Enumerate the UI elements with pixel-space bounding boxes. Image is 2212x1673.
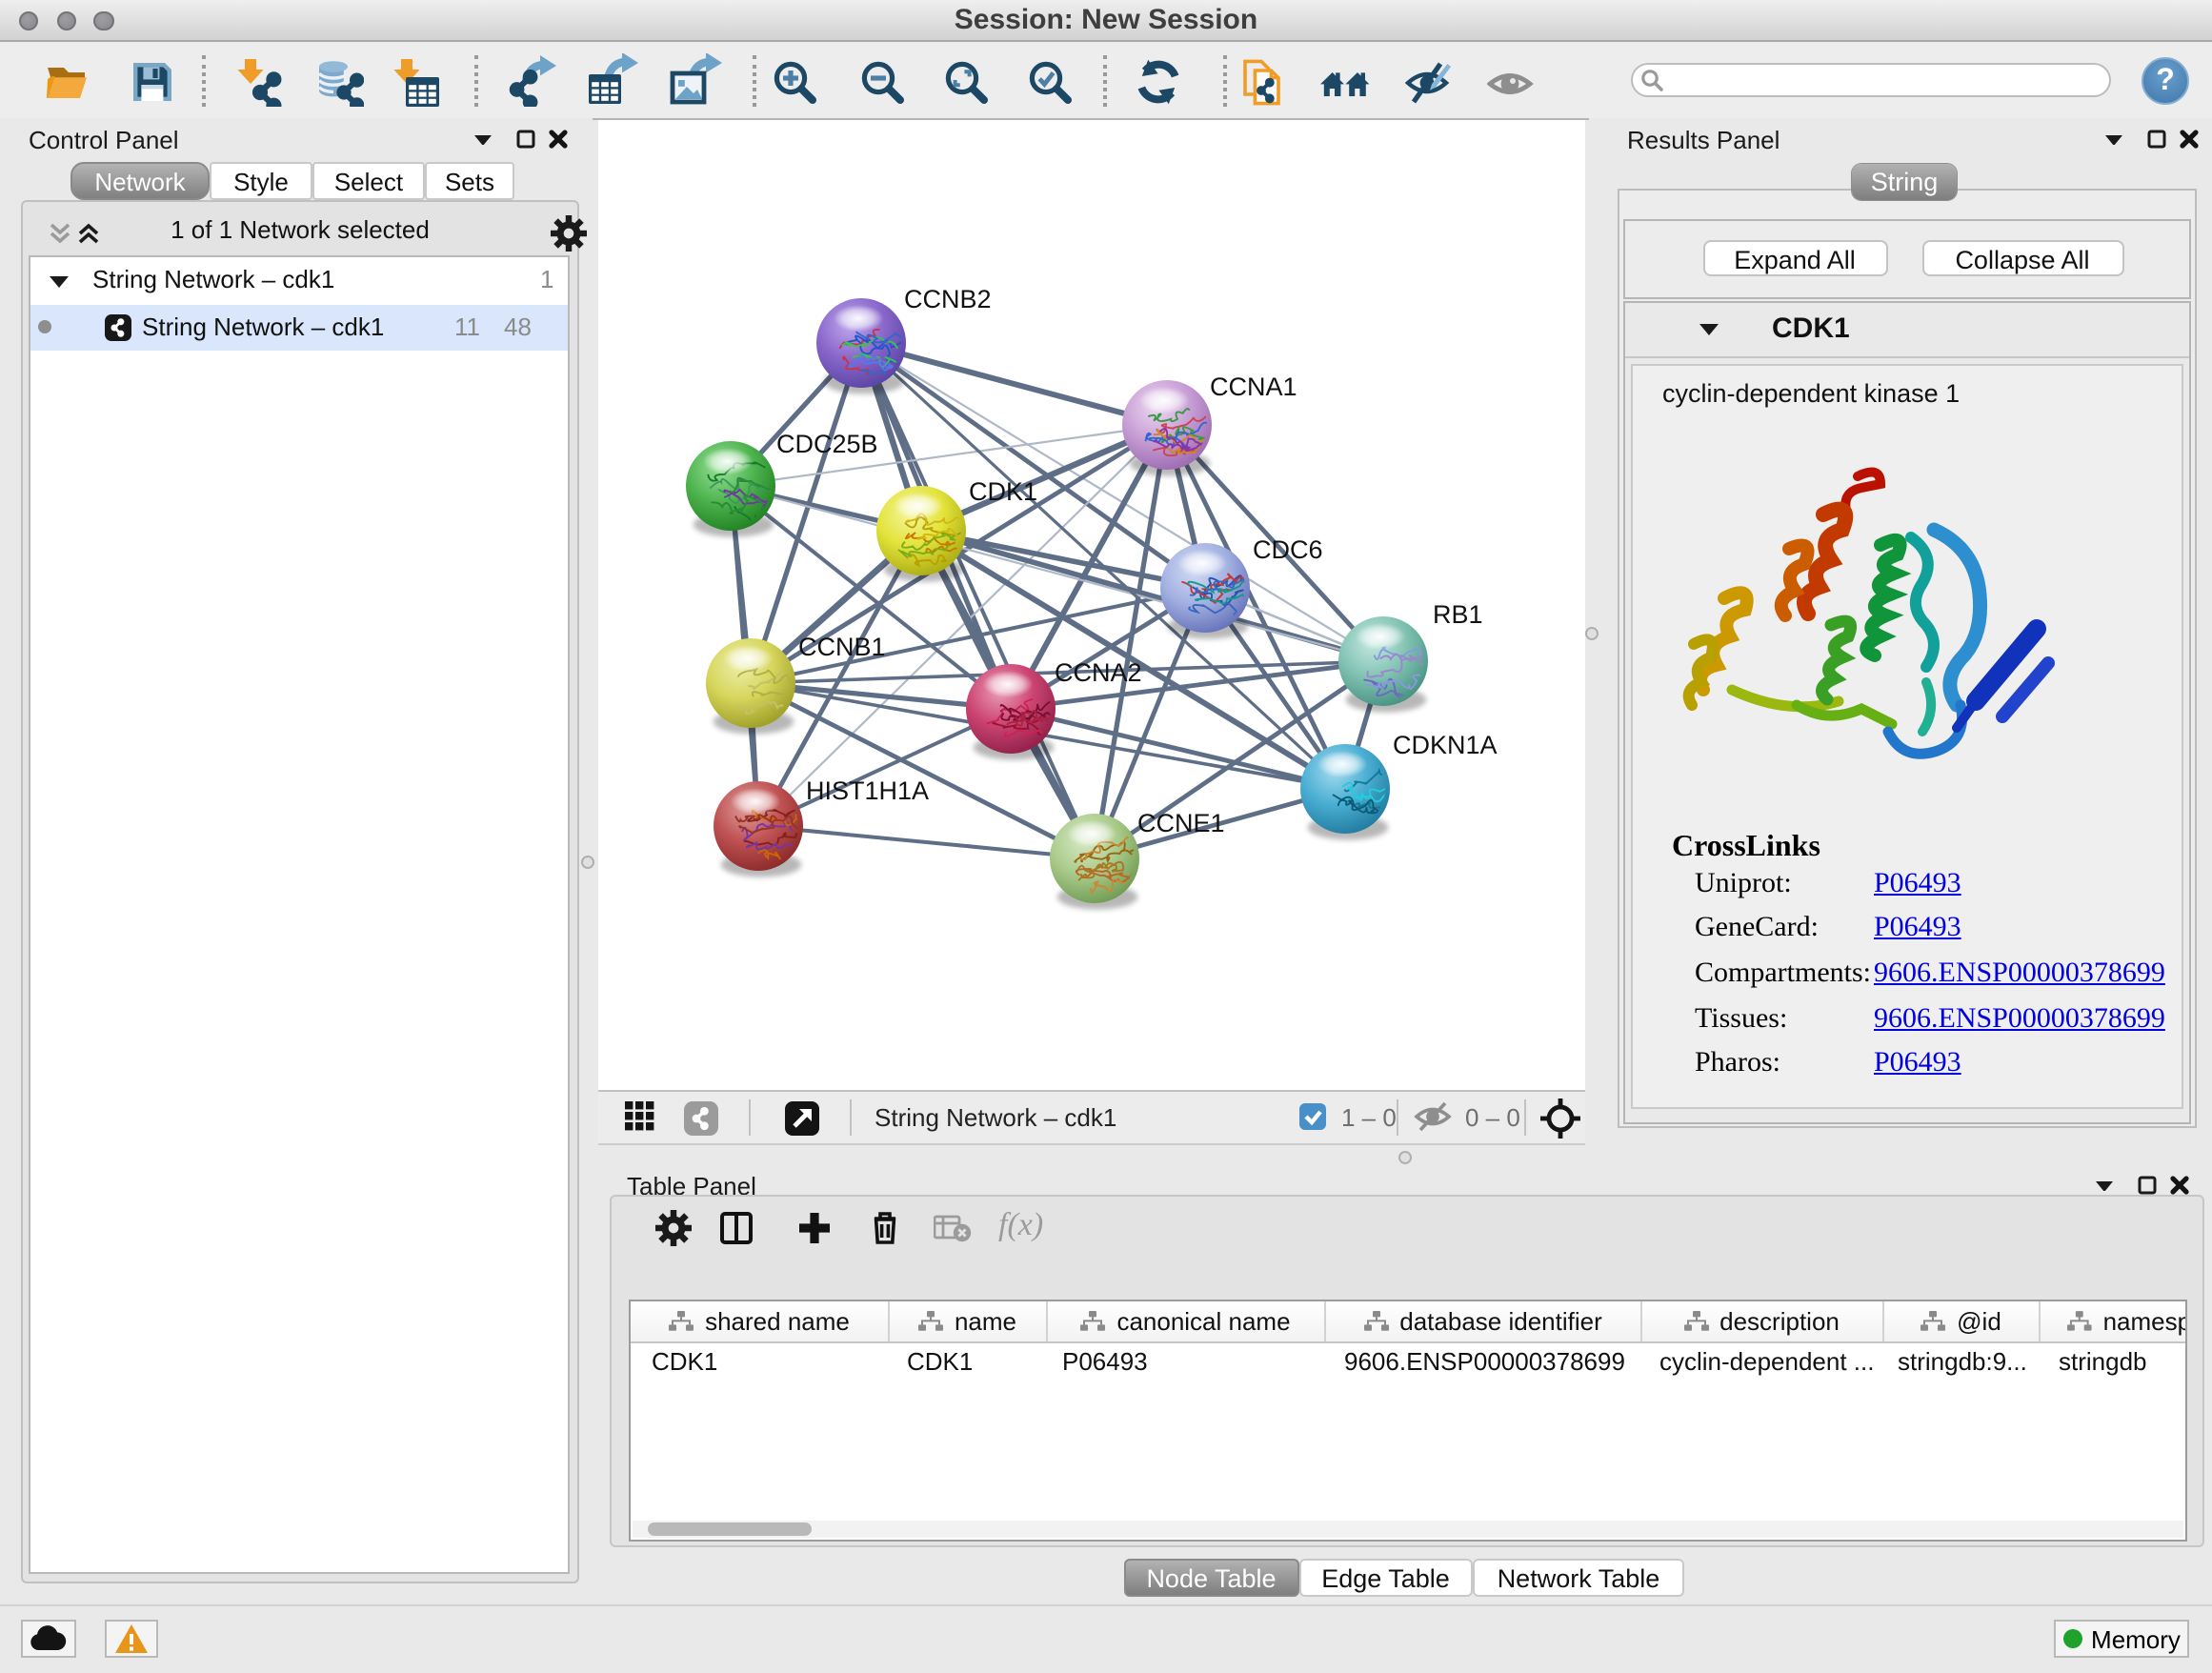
svg-text:CDC25B: CDC25B [776, 430, 878, 458]
svg-text:CDKN1A: CDKN1A [1393, 731, 1498, 759]
svg-text:CCNB1: CCNB1 [798, 633, 886, 661]
svg-text:CCNE1: CCNE1 [1137, 809, 1225, 837]
svg-text:CCNA2: CCNA2 [1055, 658, 1142, 687]
svg-text:HIST1H1A: HIST1H1A [806, 776, 929, 805]
svg-text:CDK1: CDK1 [969, 477, 1037, 506]
svg-text:CDC6: CDC6 [1253, 535, 1323, 564]
svg-text:CCNB2: CCNB2 [904, 285, 992, 313]
svg-text:CCNA1: CCNA1 [1210, 373, 1297, 401]
svg-text:RB1: RB1 [1433, 600, 1483, 629]
